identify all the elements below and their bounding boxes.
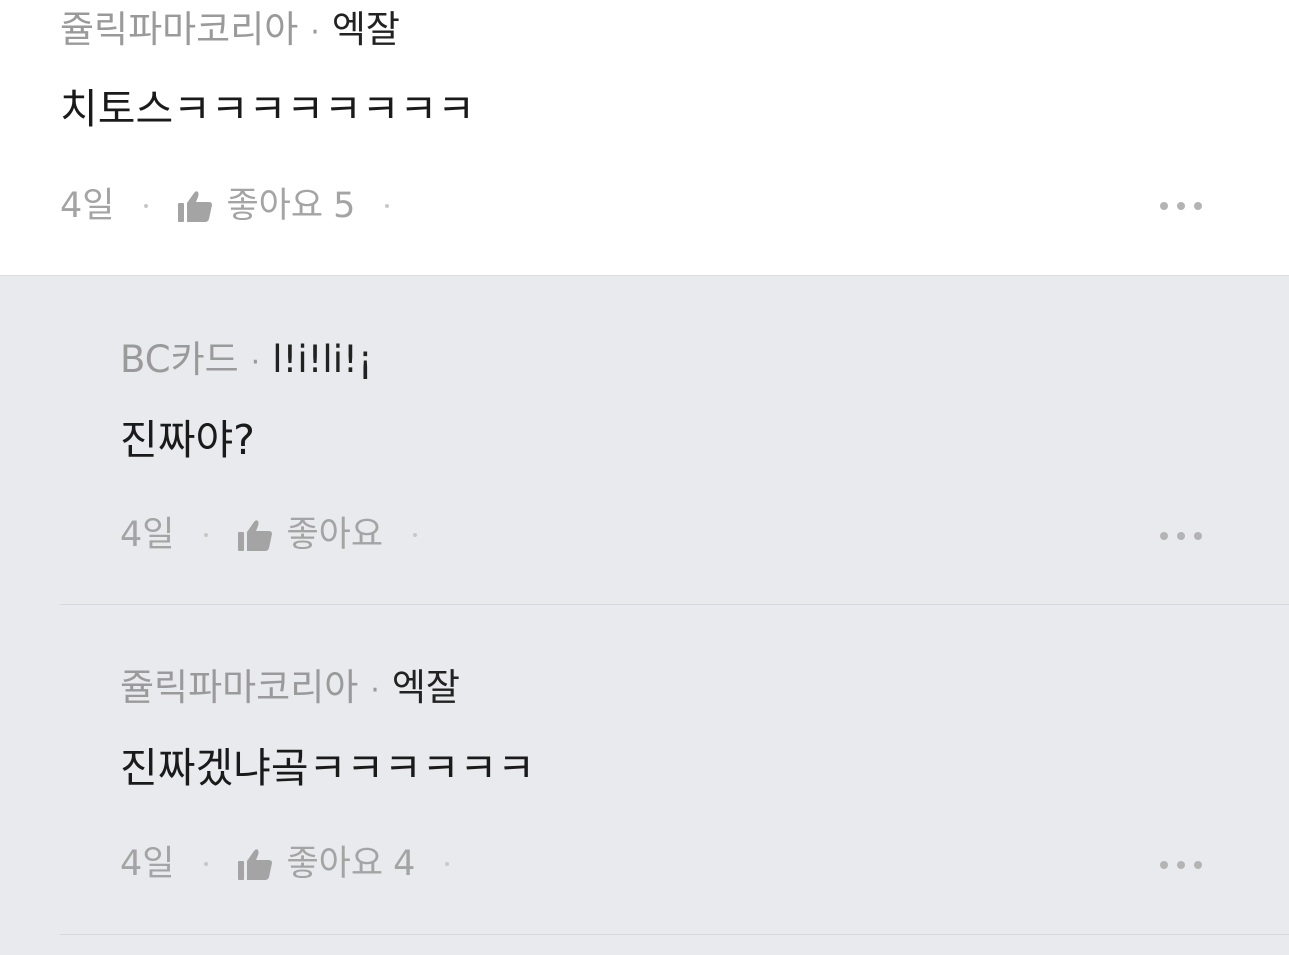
comment-actions: 4일 좋아요 5 [60,184,419,228]
thumbs-up-icon [178,191,213,222]
meta-separator: · [370,673,380,708]
reply-body: 진짜겠냐곸ㅋㅋㅋㅋㅋㅋ [120,744,535,792]
reply-divider [60,604,1289,605]
more-horizontal-icon [1160,861,1168,869]
reply-meta: 쥴릭파마코리아 · 엑잘 [120,666,460,713]
reply-meta: BC카드 · l!i!li!¡ [120,338,373,385]
more-options-button[interactable] [1160,202,1202,210]
reply-author[interactable]: BC카드 [120,338,239,381]
reply-actions: 4일 좋아요 4 [120,842,479,886]
reply-actions: 4일 좋아요 [120,513,447,557]
more-horizontal-icon [1160,202,1168,210]
reply-time: 4일 [120,844,175,884]
action-separator [413,533,418,537]
action-separator [445,862,450,866]
more-options-button[interactable] [1160,861,1202,869]
reply-author[interactable]: 쥴릭파마코리아 [120,666,358,709]
reply-company[interactable]: l!i!li!¡ [272,338,372,381]
more-horizontal-icon [1160,532,1168,540]
action-separator [204,862,209,866]
like-button[interactable]: 좋아요 5 [178,184,355,228]
action-separator [204,533,209,537]
comment-meta: 쥴릭파마코리아 · 엑잘 [60,8,400,55]
reply-time: 4일 [120,515,175,555]
like-button[interactable]: 좋아요 [238,513,383,557]
like-label: 좋아요 [226,186,324,226]
meta-separator: · [310,15,320,50]
like-button[interactable]: 좋아요 4 [238,842,415,886]
action-separator [144,204,149,208]
like-count: 4 [393,844,416,884]
action-separator [385,204,390,208]
comment-company[interactable]: 엑잘 [332,8,400,51]
reply-list: BC카드 · l!i!li!¡ 진짜야? 4일 좋아요 쥴릭파마코리아 · 엑잘 [0,276,1289,955]
comment-body: 치토스ㅋㅋㅋㅋㅋㅋㅋㅋ [60,85,475,133]
meta-separator: · [250,345,261,380]
reply-company[interactable]: 엑잘 [392,666,460,709]
thumbs-up-icon [238,520,273,551]
reply-body: 진짜야? [120,416,255,464]
more-options-button[interactable] [1160,532,1202,540]
comment-time: 4일 [60,186,115,226]
like-label: 좋아요 [286,844,384,884]
comment-author[interactable]: 쥴릭파마코리아 [60,8,298,51]
thumbs-up-icon [238,849,273,880]
comment-thread: 쥴릭파마코리아 · 엑잘 치토스ㅋㅋㅋㅋㅋㅋㅋㅋ 4일 좋아요 5 BC카드 ·… [0,0,1289,955]
like-count: 5 [333,186,356,226]
like-label: 좋아요 [286,515,384,555]
reply-divider [60,934,1289,935]
comment-item: 쥴릭파마코리아 · 엑잘 치토스ㅋㅋㅋㅋㅋㅋㅋㅋ 4일 좋아요 5 [0,0,1289,276]
